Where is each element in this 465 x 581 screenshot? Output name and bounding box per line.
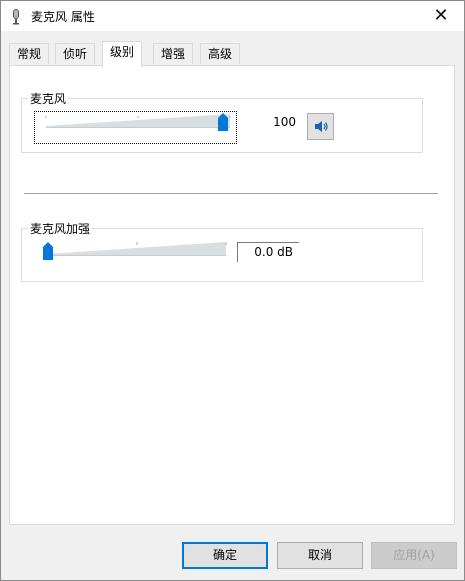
microphone-group-label: 麦克风 [28, 90, 69, 107]
tab-advanced[interactable]: 高级 [200, 43, 241, 64]
microphone-level-value: 100 [273, 115, 296, 129]
close-button[interactable]: ✕ [419, 2, 463, 30]
microphone-icon [13, 9, 19, 25]
microphone-boost-slider-thumb[interactable] [43, 242, 53, 260]
microphone-level-slider[interactable] [42, 110, 234, 134]
microphone-boost-slider[interactable] [42, 238, 234, 262]
microphone-boost-group-label: 麦克风加强 [28, 220, 93, 237]
microphone-boost-value: 0.0 dB [237, 242, 299, 262]
speaker-unmuted-icon [315, 121, 328, 132]
tab-listen[interactable]: 侦听 [55, 43, 96, 64]
tab-strip: 常规 侦听 级别 增强 高级 [9, 41, 455, 67]
mute-toggle-button[interactable] [307, 113, 334, 140]
apply-button[interactable]: 应用(A) [371, 542, 457, 569]
cancel-button[interactable]: 取消 [277, 542, 363, 569]
tab-general[interactable]: 常规 [9, 43, 50, 64]
window-title: 麦克风 属性 [31, 10, 95, 24]
tab-levels[interactable]: 级别 [102, 41, 143, 67]
tab-enhancements[interactable]: 增强 [153, 43, 194, 64]
ok-button[interactable]: 确定 [182, 542, 268, 569]
section-divider [24, 193, 438, 194]
title-bar: 麦克风 属性 ✕ [1, 1, 464, 31]
